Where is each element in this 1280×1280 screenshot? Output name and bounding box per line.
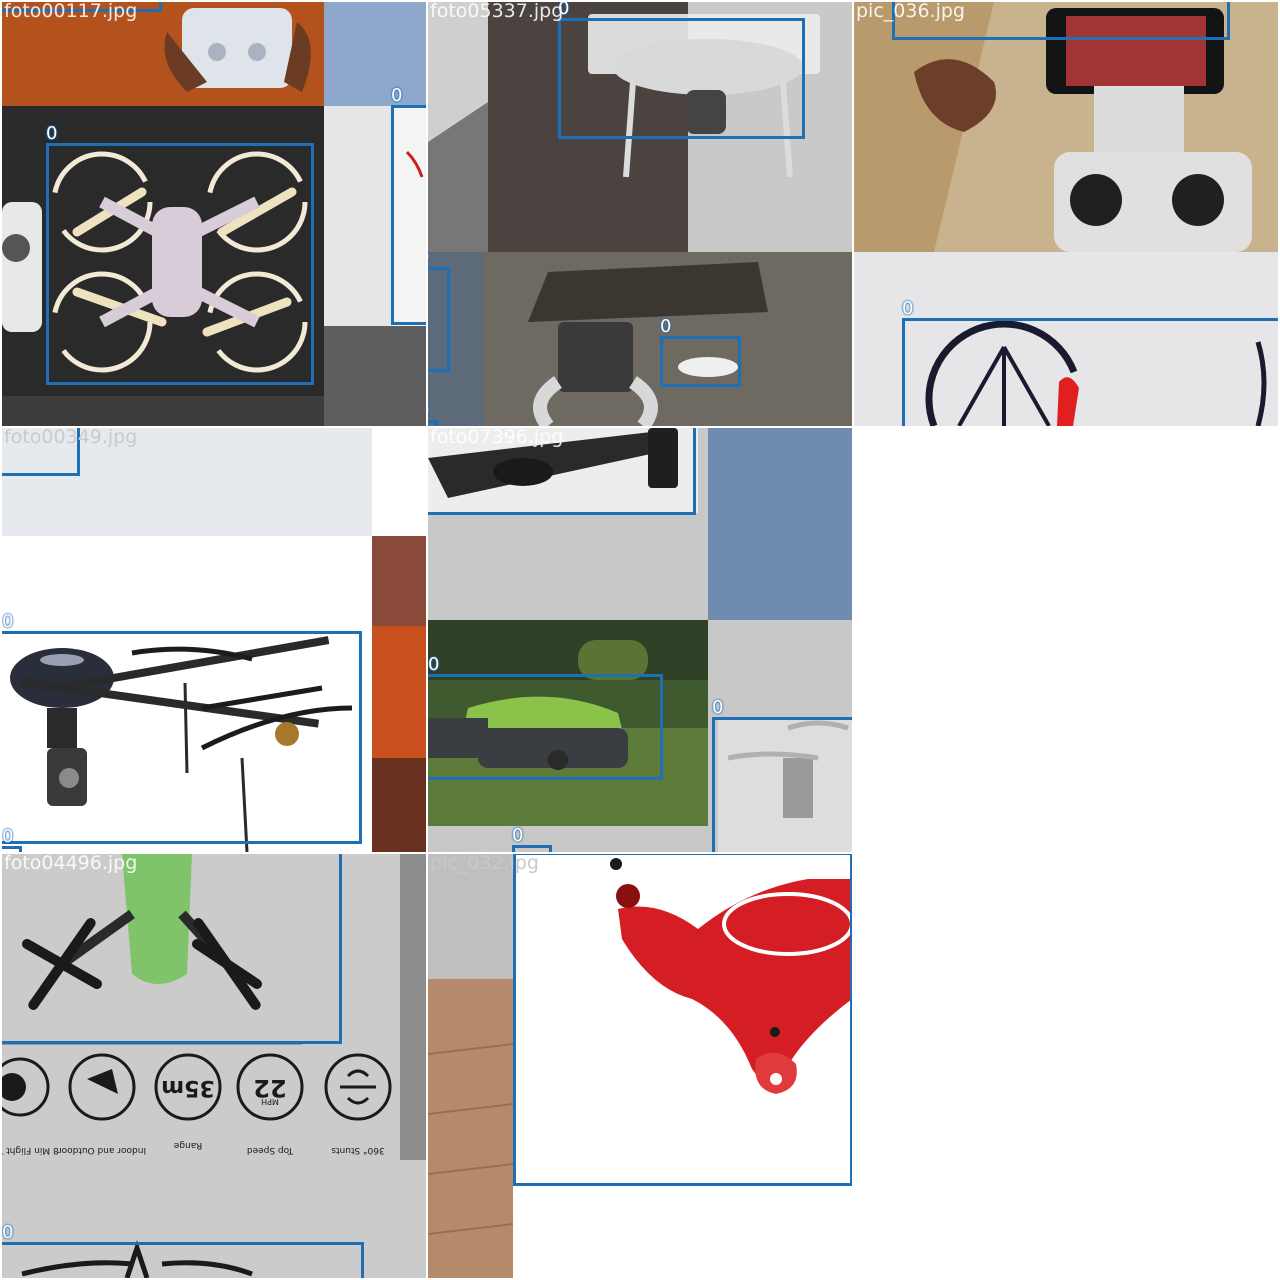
tile-pic_036: pic_036.jpg 0 bbox=[854, 2, 1278, 426]
detection-box: 0 bbox=[46, 124, 314, 385]
detection-box: 0 bbox=[513, 854, 852, 1186]
panel-glyph: 35m bbox=[161, 1075, 215, 1100]
box-class-label: 0 bbox=[428, 248, 429, 268]
tile-foto00349: foto00349.jpg 0 0 bbox=[2, 428, 426, 852]
box-class-label: 0 bbox=[46, 123, 58, 144]
tile-foto05337: foto05337.jpg 0 0 0 0 bbox=[428, 2, 852, 426]
box-class-label: 0 bbox=[391, 85, 403, 106]
detection-box: 0 bbox=[2, 612, 362, 844]
detection-box bbox=[2, 854, 342, 1044]
panel-caption: Range bbox=[173, 1140, 202, 1150]
detection-box: 0 bbox=[2, 827, 22, 852]
filename-label: foto05337.jpg bbox=[430, 2, 564, 22]
box-class-label: 0 bbox=[428, 654, 440, 675]
box-class-label: 0 bbox=[2, 1222, 14, 1243]
box-class-label: 0 bbox=[2, 826, 14, 847]
filename-label: foto00349.jpg bbox=[4, 428, 138, 448]
detection-box: 0 bbox=[902, 299, 1278, 426]
detection-box: 0 bbox=[660, 317, 741, 387]
tile-foto00117: foto00117.jpg 0 0 0 bbox=[2, 2, 426, 426]
filename-label: pic_036.jpg bbox=[856, 2, 965, 22]
detection-box: 0 bbox=[428, 248, 450, 372]
detection-box: 0 bbox=[428, 401, 438, 426]
panel-glyph: MPH bbox=[261, 1097, 279, 1106]
panel-caption: 360° Stunts bbox=[331, 1145, 385, 1155]
empty-tile bbox=[854, 854, 1278, 1278]
detection-box: 0 bbox=[391, 86, 426, 325]
box-class-label: 0 bbox=[712, 697, 724, 718]
tile-foto07396: foto07396.jpg 0 0 0 bbox=[428, 428, 852, 852]
box-class-label: 0 bbox=[512, 825, 524, 846]
box-class-label: 0 bbox=[902, 298, 914, 319]
detection-mosaic: foto00117.jpg 0 0 0 foto05337.jpg 0 0 0 … bbox=[0, 0, 1280, 1280]
detection-box: 0 bbox=[512, 826, 552, 852]
box-class-label: 0 bbox=[660, 316, 672, 337]
detection-box: 0 bbox=[558, 2, 805, 139]
detection-box: 0 bbox=[428, 655, 663, 780]
filename-label: foto07396.jpg bbox=[430, 428, 564, 448]
filename-label: pic_032.jpg bbox=[430, 854, 539, 874]
tile-pic_032: pic_032.jpg 0 bbox=[428, 854, 852, 1278]
panel-caption: 8 Min Flight Time bbox=[2, 1145, 59, 1155]
box-class-label: 0 bbox=[2, 611, 14, 632]
panel-caption: Indoor and Outdoor bbox=[58, 1145, 146, 1155]
panel-caption: Top Speed bbox=[247, 1145, 294, 1155]
box-class-label: 0 bbox=[428, 401, 429, 421]
filename-label: foto00117.jpg bbox=[4, 2, 138, 22]
detection-box: 0 bbox=[712, 698, 852, 852]
empty-tile bbox=[854, 428, 1278, 852]
detection-box: 0 bbox=[2, 1223, 364, 1278]
filename-label: foto04496.jpg bbox=[4, 854, 138, 874]
tile-foto04496: 35m 22 MPH 8 Min Flight Time Indoor and … bbox=[2, 854, 426, 1278]
